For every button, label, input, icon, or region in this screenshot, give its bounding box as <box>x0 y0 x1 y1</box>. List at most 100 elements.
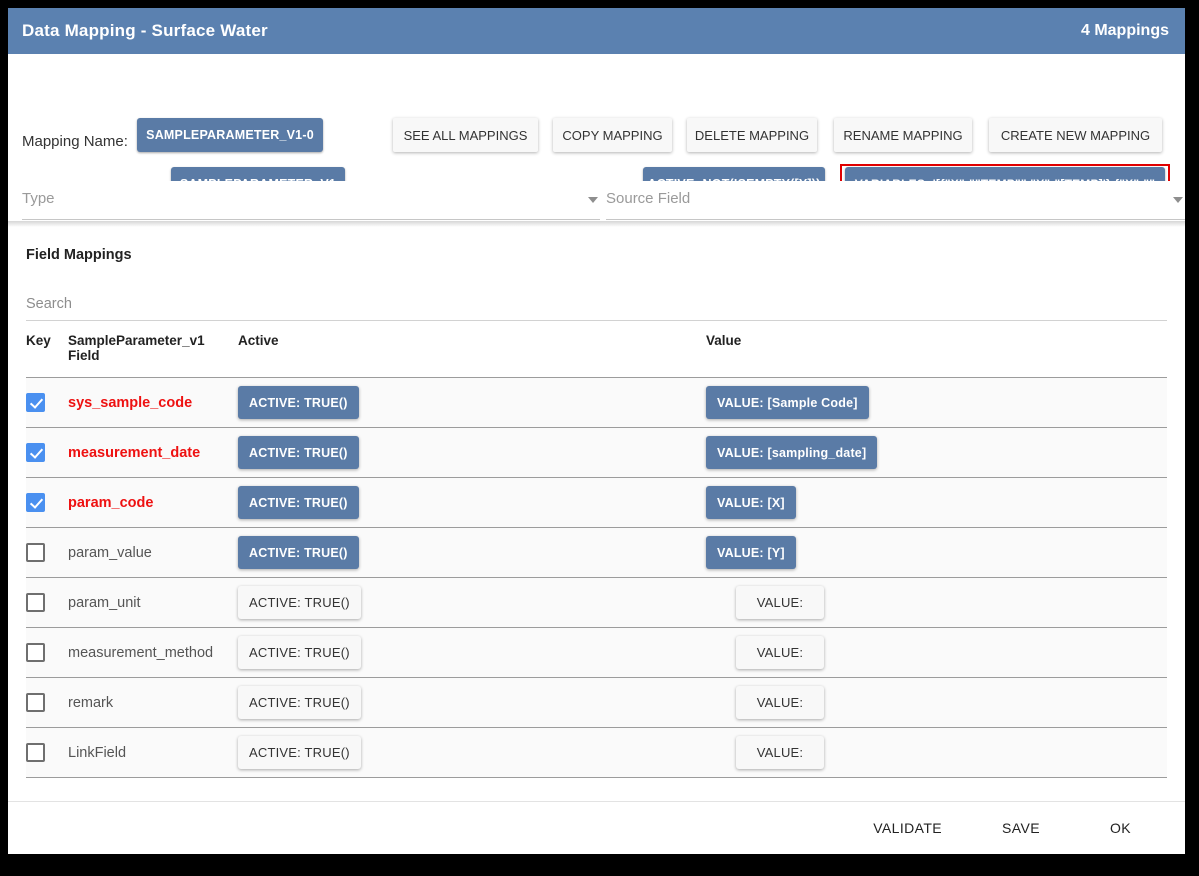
table-body: sys_sample_codeACTIVE: TRUE()VALUE: [Sam… <box>26 378 1167 778</box>
key-checkbox[interactable] <box>26 643 45 662</box>
table-row: param_code ACTIVE: TRUE() VALUE: [X] <box>26 478 1167 528</box>
table-row: sys_sample_codeACTIVE: TRUE() VALUE: [Sam… <box>26 378 1167 428</box>
row-value-cell: VALUE: <box>706 628 1167 678</box>
key-checkbox[interactable] <box>26 593 45 612</box>
field-name-label: LinkField <box>68 745 126 761</box>
validate-button[interactable]: VALIDATE <box>859 812 956 844</box>
row-active-cell: ACTIVE: TRUE() <box>238 478 706 528</box>
active-expression-button[interactable]: ACTIVE: TRUE() <box>238 686 361 719</box>
row-key-cell <box>26 428 68 478</box>
column-header-active: Active <box>238 321 706 378</box>
mapping-dialog: Data Mapping - Surface Water 4 Mappings … <box>8 8 1185 854</box>
field-mappings-panel: Field Mappings Search Key SampleParamete… <box>8 227 1185 778</box>
row-value-cell: VALUE: [Sample Code] <box>706 378 1167 428</box>
value-expression-button[interactable]: VALUE: <box>736 586 824 619</box>
field-name-label: param_code <box>68 495 153 511</box>
page-title: Data Mapping - Surface Water <box>22 21 268 41</box>
key-checkbox[interactable] <box>26 493 45 512</box>
chevron-down-icon <box>588 197 598 203</box>
row-value-cell: VALUE: [X] <box>706 478 1167 528</box>
row-active-cell: ACTIVE: TRUE() <box>238 578 706 628</box>
value-expression-button[interactable]: VALUE: [X] <box>706 486 796 519</box>
key-checkbox[interactable] <box>26 693 45 712</box>
mapping-name-chip[interactable]: SAMPLEPARAMETER_V1-0 <box>137 118 323 152</box>
row-field-cell: param_code <box>68 478 238 528</box>
active-expression-button[interactable]: ACTIVE: TRUE() <box>238 436 359 469</box>
row-field-cell: remark <box>68 678 238 728</box>
mappings-count-badge: 4 Mappings <box>1081 22 1169 40</box>
ok-button[interactable]: OK <box>1096 812 1145 844</box>
row-value-cell: VALUE: <box>706 578 1167 628</box>
value-expression-button[interactable]: VALUE: <box>736 686 824 719</box>
row-active-cell: ACTIVE: TRUE() <box>238 428 706 478</box>
active-expression-button[interactable]: ACTIVE: TRUE() <box>238 536 359 569</box>
table-row: param_value ACTIVE: TRUE() VALUE: [Y] <box>26 528 1167 578</box>
row-active-cell: ACTIVE: TRUE() <box>238 528 706 578</box>
row-key-cell <box>26 378 68 428</box>
row-key-cell <box>26 528 68 578</box>
field-name-label: measurement_method <box>68 645 213 661</box>
row-key-cell <box>26 478 68 528</box>
row-value-cell: VALUE: [sampling_date] <box>706 428 1167 478</box>
row-active-cell: ACTIVE: TRUE() <box>238 378 706 428</box>
source-field-select[interactable]: Source Field <box>606 181 1185 220</box>
value-expression-button[interactable]: VALUE: <box>736 736 824 769</box>
table-row: LinkField ACTIVE: TRUE() VALUE: <box>26 728 1167 778</box>
type-select-placeholder: Type <box>22 190 55 207</box>
value-expression-button[interactable]: VALUE: [Sample Code] <box>706 386 869 419</box>
dialog-footer: VALIDATE SAVE OK <box>8 801 1185 854</box>
active-expression-button[interactable]: ACTIVE: TRUE() <box>238 386 359 419</box>
copy-mapping-button[interactable]: COPY MAPPING <box>553 118 672 152</box>
row-field-cell: measurement_date <box>68 428 238 478</box>
rename-mapping-button[interactable]: RENAME MAPPING <box>834 118 972 152</box>
key-checkbox[interactable] <box>26 443 45 462</box>
search-input[interactable]: Search <box>26 295 1167 321</box>
mapping-info-area: Mapping Name: SAMPLEPARAMETER_V1-0 Targe… <box>8 54 1185 181</box>
value-expression-button[interactable]: VALUE: [Y] <box>706 536 796 569</box>
row-field-cell: param_value <box>68 528 238 578</box>
table-row: measurement_dateACTIVE: TRUE() VALUE: [sa… <box>26 428 1167 478</box>
type-select[interactable]: Type <box>22 181 600 220</box>
column-header-value: Value <box>706 321 1167 378</box>
row-value-cell: VALUE: <box>706 728 1167 778</box>
row-value-cell: VALUE: <box>706 678 1167 728</box>
see-all-mappings-button[interactable]: SEE ALL MAPPINGS <box>393 118 538 152</box>
field-name-label: param_unit <box>68 595 141 611</box>
row-key-cell <box>26 628 68 678</box>
key-checkbox[interactable] <box>26 543 45 562</box>
active-expression-button[interactable]: ACTIVE: TRUE() <box>238 486 359 519</box>
delete-mapping-button[interactable]: DELETE MAPPING <box>687 118 817 152</box>
row-key-cell <box>26 678 68 728</box>
row-value-cell: VALUE: [Y] <box>706 528 1167 578</box>
chevron-down-icon <box>1173 197 1183 203</box>
row-key-cell <box>26 578 68 628</box>
filter-selectors-row: Type Source Field <box>8 181 1185 221</box>
table-row: measurement_method ACTIVE: TRUE() VALUE: <box>26 628 1167 678</box>
row-active-cell: ACTIVE: TRUE() <box>238 678 706 728</box>
key-checkbox[interactable] <box>26 393 45 412</box>
column-header-key: Key <box>26 321 68 378</box>
column-header-field: SampleParameter_v1 Field <box>68 321 238 378</box>
field-name-label: param_value <box>68 545 152 561</box>
source-field-select-placeholder: Source Field <box>606 190 690 207</box>
active-expression-button[interactable]: ACTIVE: TRUE() <box>238 636 361 669</box>
key-checkbox[interactable] <box>26 743 45 762</box>
row-field-cell: sys_sample_code <box>68 378 238 428</box>
dialog-title-bar: Data Mapping - Surface Water 4 Mappings <box>8 8 1185 54</box>
field-mappings-title: Field Mappings <box>8 227 1185 263</box>
create-new-mapping-button[interactable]: CREATE NEW MAPPING <box>989 118 1162 152</box>
active-expression-button[interactable]: ACTIVE: TRUE() <box>238 736 361 769</box>
field-name-label: remark <box>68 695 113 711</box>
field-mappings-table: Key SampleParameter_v1 Field Active Valu… <box>26 321 1167 778</box>
value-expression-button[interactable]: VALUE: <box>736 636 824 669</box>
table-row: remark ACTIVE: TRUE() VALUE: <box>26 678 1167 728</box>
search-placeholder: Search <box>26 296 72 312</box>
value-expression-button[interactable]: VALUE: [sampling_date] <box>706 436 877 469</box>
active-expression-button[interactable]: ACTIVE: TRUE() <box>238 586 361 619</box>
table-header-row: Key SampleParameter_v1 Field Active Valu… <box>26 321 1167 378</box>
row-field-cell: LinkField <box>68 728 238 778</box>
save-button[interactable]: SAVE <box>988 812 1054 844</box>
table-row: param_unit ACTIVE: TRUE() VALUE: <box>26 578 1167 628</box>
row-key-cell <box>26 728 68 778</box>
row-active-cell: ACTIVE: TRUE() <box>238 628 706 678</box>
